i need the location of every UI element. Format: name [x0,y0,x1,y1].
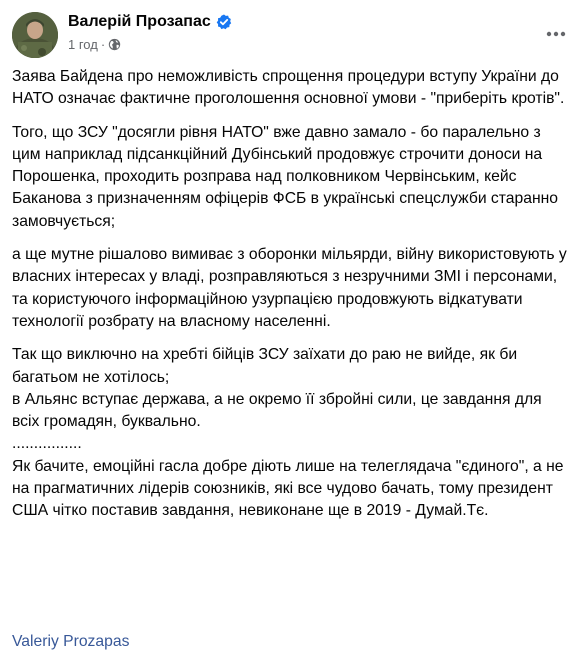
signature-link[interactable]: Valeriy Prozapas [12,631,129,653]
post-paragraph: Як бачите, емоційні гасла добре діють ли… [12,457,564,520]
globe-icon[interactable] [108,38,121,51]
verified-badge-icon [216,14,232,30]
avatar-photo [12,12,58,58]
author-avatar[interactable] [12,12,58,58]
post-paragraph: а ще мутне рішалово вимиває з оборонки м… [12,246,567,330]
post-paragraph: Того, що ЗСУ "досягли рівня НАТО" вже да… [12,123,559,230]
post-header: Валерій Прозапас 1 год · [12,10,570,60]
post-meta: 1 год · [68,37,121,52]
meta-separator: · [100,37,106,52]
author-name[interactable]: Валерій Прозапас [68,13,211,31]
post-paragraph: Заява Байдена про неможливість спрощення… [12,68,565,108]
post-body: Заява Байдена про неможливість спрощення… [12,66,572,534]
more-options-icon[interactable] [544,22,568,46]
post-paragraph: Так що виключно на хребті бійців ЗСУ заї… [12,346,542,453]
author-line: Валерій Прозапас [68,13,232,31]
post-timestamp[interactable]: 1 год [68,37,98,52]
facebook-post: Валерій Прозапас 1 год · Заява Байдена п… [0,0,582,659]
